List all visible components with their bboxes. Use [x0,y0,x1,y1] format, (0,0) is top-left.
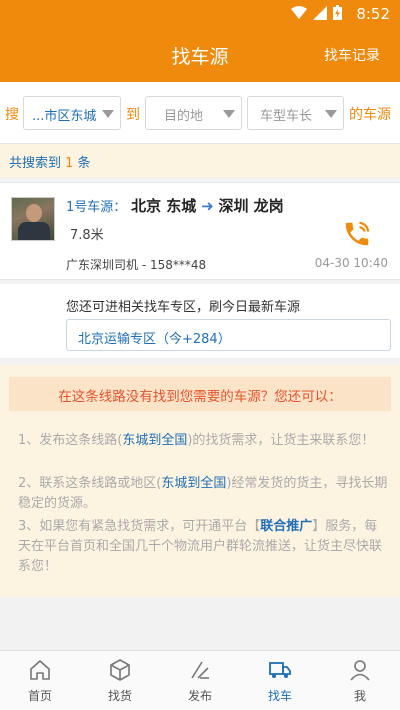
result-count: 共搜索到 1 条 [9,152,91,171]
bottom-tab-bar: 首页 找货 发布 找车 我 [0,650,400,710]
search-label: 搜 [5,107,19,123]
to-label: 到 [126,107,140,123]
tab-publish[interactable]: 发布 [160,651,240,710]
chevron-down-icon [102,110,114,118]
listing-number: 1号车源： [66,200,127,215]
search-filter-bar: 搜 ...市区东城 到 目的地 车型车长 的车源 [0,82,400,144]
phone-icon[interactable] [342,219,372,249]
suggestion-2-text-a: 2、联系这条线路或地区( [18,476,162,491]
suggestion-item-1: 1、发布这条线路(东城到全国)的找货需求，让货主来联系您！ [18,431,388,451]
person-icon [350,660,370,681]
tab-find-cargo[interactable]: 找货 [80,651,160,710]
suggestion-3-link[interactable]: 联合推广 [260,519,312,534]
not-found-title: 在这条线路没有找到您需要的车源？您还可以： [58,389,342,405]
listing-origin: 北京 东城 [131,197,197,215]
truck-icon [269,662,291,678]
tab-publish-label: 发布 [187,689,212,703]
tab-find-truck-label: 找车 [267,689,292,703]
avatar [11,197,55,241]
not-found-title-box: 在这条线路没有找到您需要的车源？您还可以： [9,377,391,411]
origin-dropdown[interactable]: ...市区东城 [23,96,121,130]
truck-type-placeholder: 车型车长 [260,109,313,124]
result-count-bar: 共搜索到 1 条 [0,144,400,178]
result-count-prefix: 共搜索到 [9,156,66,171]
suggestion-1-link[interactable]: 东城到全国 [122,433,187,448]
signal-icon [313,5,327,20]
suggestion-1-text-a: 1、发布这条线路( [18,433,123,448]
search-history-link[interactable]: 找车记录 [324,45,380,65]
tab-find-truck[interactable]: 找车 [240,651,320,710]
package-icon [110,659,130,681]
listing-route: 1号车源： 北京 东城 ➜ 深圳 龙岗 [66,195,284,216]
tab-me[interactable]: 我 [320,651,400,710]
status-bar: 8:52 [0,0,400,27]
clock: 8:52 [356,5,390,23]
status-icons [291,5,342,20]
tab-home-label: 首页 [27,689,52,703]
home-icon [30,660,50,680]
zone-button[interactable]: 北京运输专区（今+284） [66,319,391,351]
tab-home[interactable]: 首页 [0,651,80,710]
avatar-body [18,222,50,240]
listing-time: 04-30 10:40 [314,256,388,270]
destination-dropdown[interactable]: 目的地 [145,96,242,130]
listing-truck-length: 7.8米 [70,228,104,243]
suffix-label: 的车源 [349,107,391,123]
suggestion-item-2: 2、联系这条线路或地区(东城到全国)经常发货的货主，寻找长期稳定的货源。 [18,474,388,514]
wifi-icon [291,5,307,19]
chevron-down-icon [325,110,337,118]
battery-icon [333,5,342,20]
suggestion-2-link[interactable]: 东城到全国 [161,476,226,491]
listing-driver: 广东深圳司机 - 158***48 [66,258,207,272]
tab-me-label: 我 [353,689,366,703]
edit-icon [191,661,209,679]
suggestion-1-text-b: )的找货需求，让货主来联系您！ [187,433,375,448]
zone-button-label: 北京运输专区（今+284） [78,332,231,347]
suggestion-3-text-a: 3、如果您有紧急找货需求，可开通平台【 [18,519,261,534]
zone-tip: 您还可进相关找车专区，刷今日最新车源 [66,300,301,315]
truck-listing-card[interactable]: 1号车源： 北京 东城 ➜ 深圳 龙岗 7.8米 广东深圳司机 - 158***… [0,182,400,280]
truck-type-dropdown[interactable]: 车型车长 [247,96,344,130]
origin-value: ...市区东城 [32,109,97,124]
chevron-down-icon [223,110,235,118]
result-count-suffix: 条 [73,156,91,171]
zone-section: 您还可进相关找车专区，刷今日最新车源 北京运输专区（今+284） [0,284,400,358]
avatar-face [26,204,42,222]
destination-placeholder: 目的地 [164,109,204,124]
suggestion-item-3: 3、如果您有紧急找货需求，可开通平台【联合推广】服务，每天在平台首页和全国几千个… [18,517,388,577]
listing-destination: 深圳 龙岗 [218,197,284,215]
app-header: 找车源 找车记录 [0,27,400,82]
tab-find-cargo-label: 找货 [107,689,132,703]
not-found-section: 在这条线路没有找到您需要的车源？您还可以： 1、发布这条线路(东城到全国)的找货… [0,365,400,597]
arrow-right-icon: ➜ [201,197,214,215]
